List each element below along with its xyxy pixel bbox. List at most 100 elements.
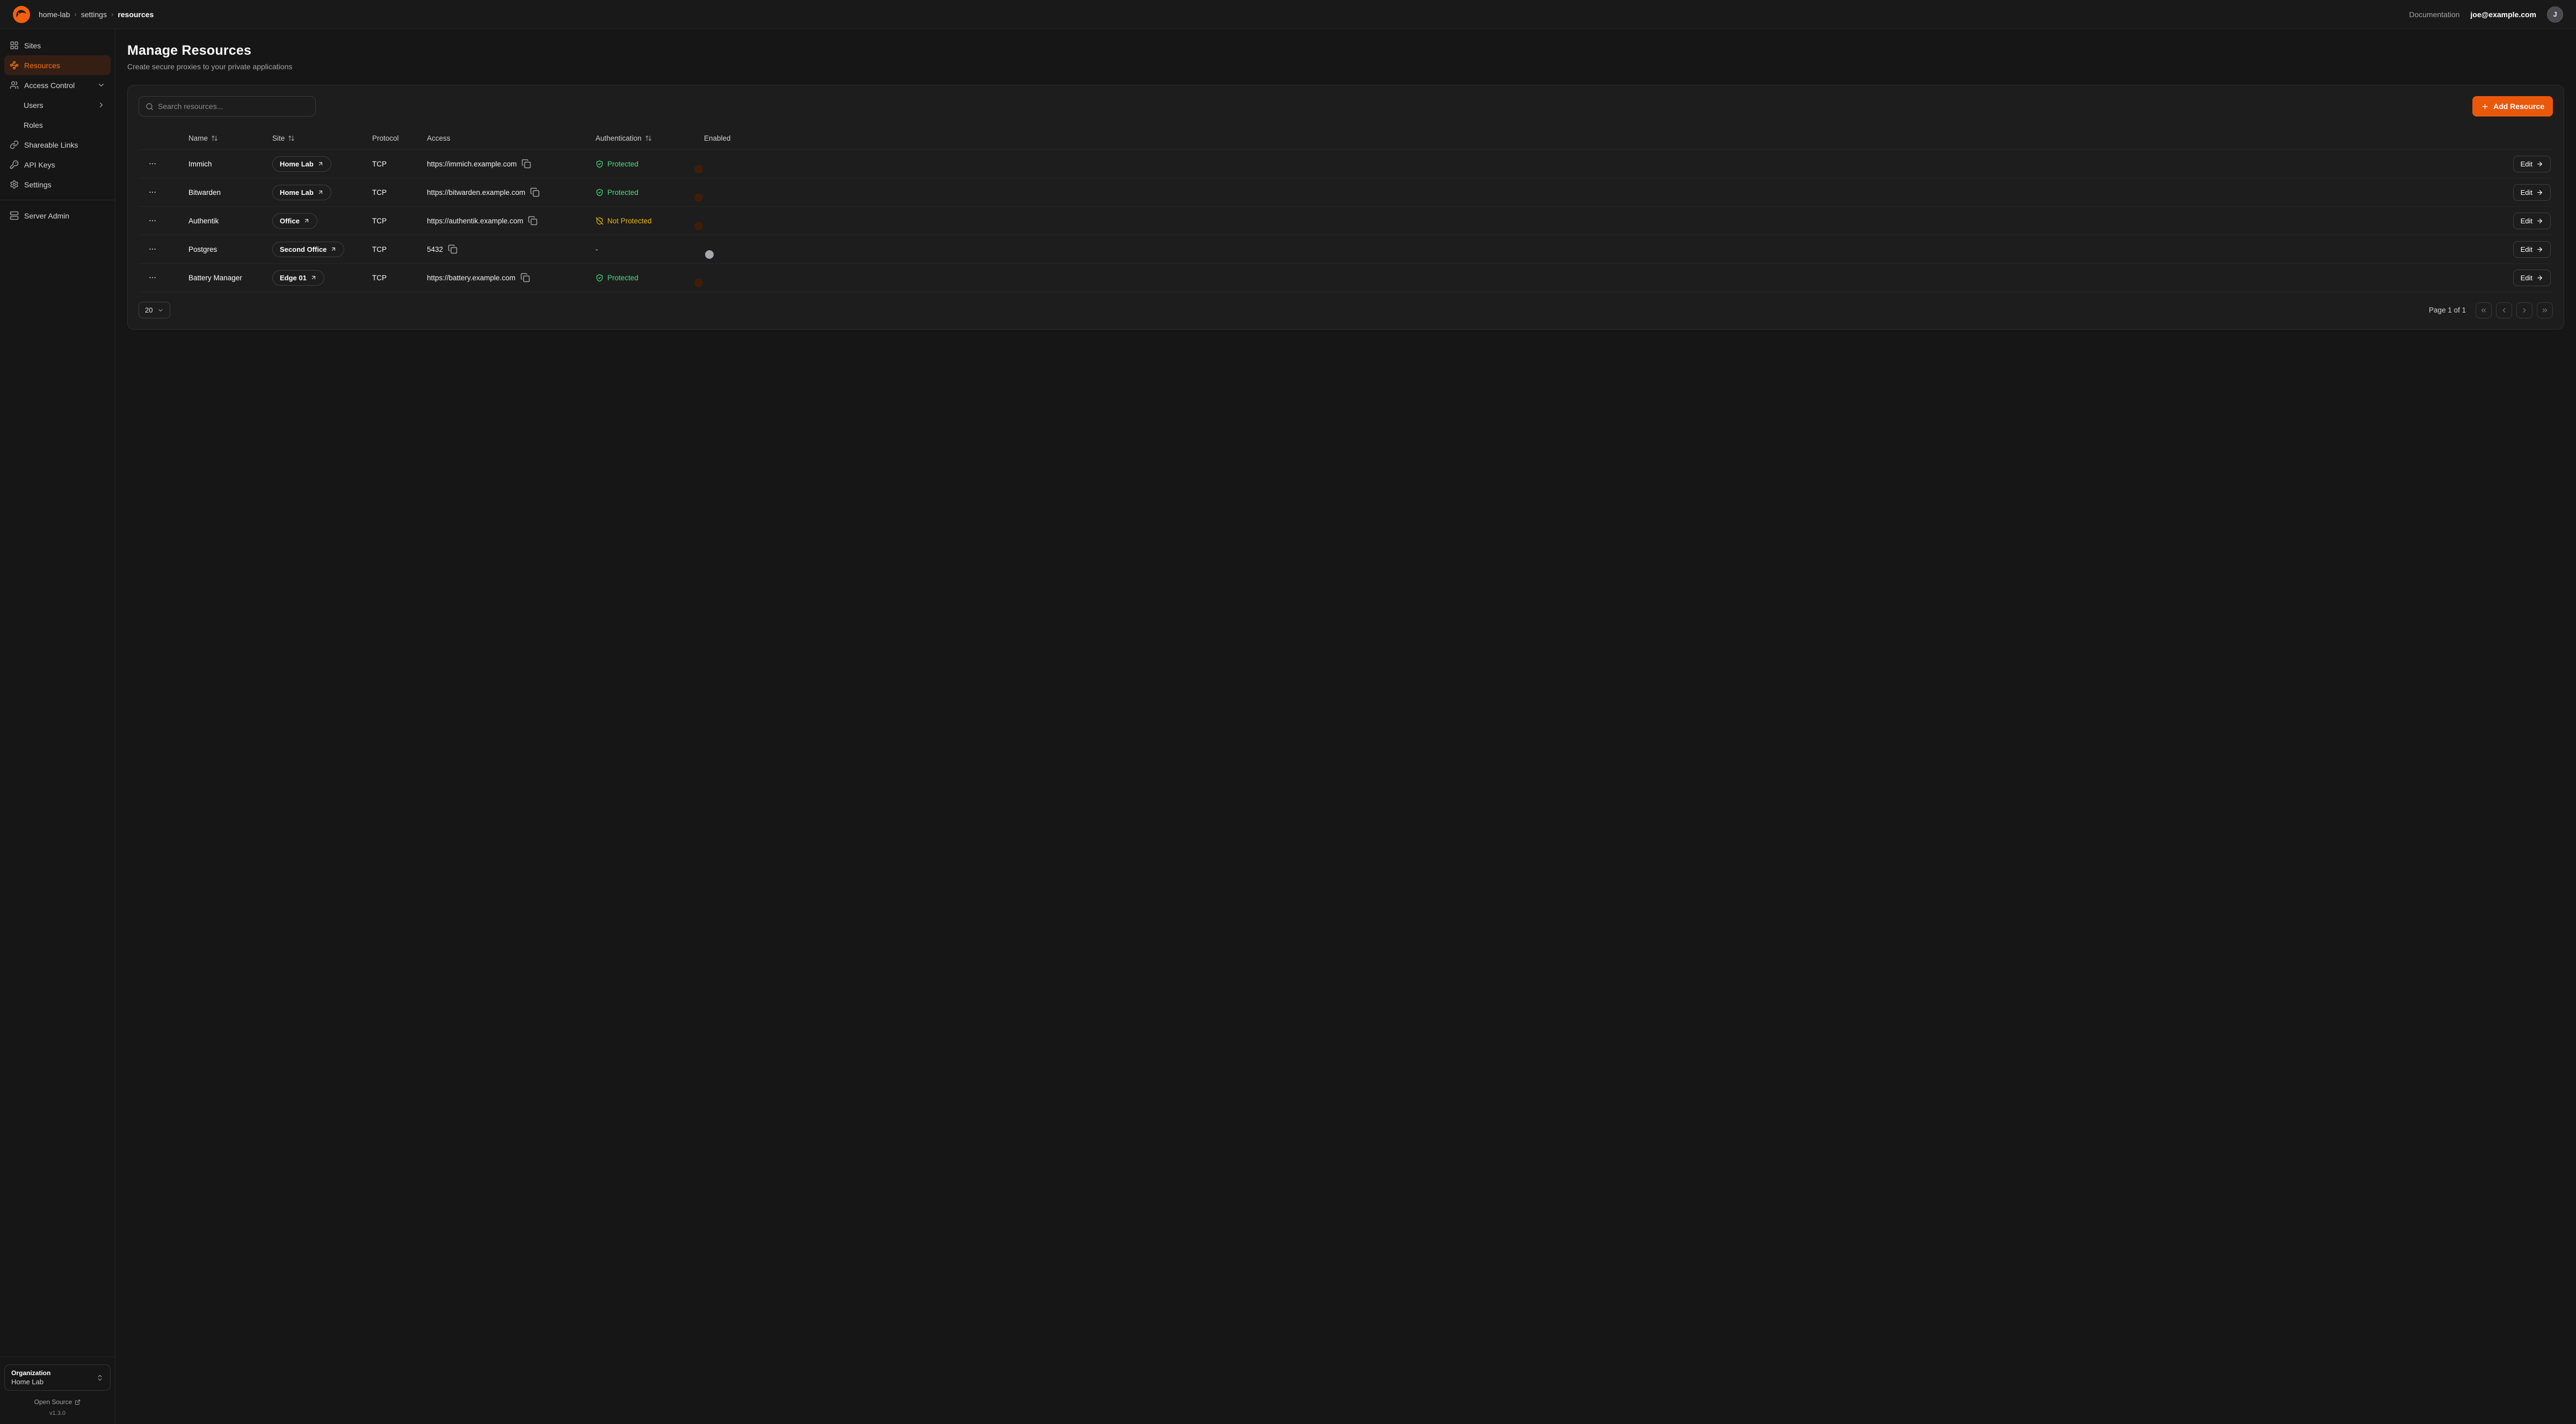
row-menu-button[interactable] — [146, 186, 159, 199]
sort-icon — [288, 135, 295, 142]
copy-icon[interactable] — [520, 273, 530, 282]
edit-button[interactable]: Edit — [2513, 241, 2551, 258]
table-header-row: Name Site Protocol — [139, 127, 2553, 150]
add-resource-button[interactable]: Add Resource — [2472, 96, 2553, 117]
topbar: home-lab › settings › resources Document… — [0, 0, 2576, 29]
org-selector[interactable]: Organization Home Lab — [4, 1364, 111, 1391]
user-email[interactable]: joe@example.com — [2470, 10, 2536, 19]
resource-protocol: TCP — [372, 160, 427, 168]
chevrons-right-icon — [2541, 307, 2549, 314]
sort-icon — [645, 135, 652, 142]
breadcrumb-settings[interactable]: settings — [81, 10, 107, 19]
version-label: v1.3.0 — [4, 1410, 111, 1416]
site-link[interactable]: Second Office — [272, 242, 344, 257]
site-link[interactable]: Office — [272, 213, 317, 229]
breadcrumb-home-lab[interactable]: home-lab — [39, 10, 70, 19]
ellipsis-icon — [148, 216, 157, 225]
plus-icon — [2481, 103, 2489, 111]
sidebar-item-shareable-links[interactable]: Shareable Links — [4, 135, 111, 155]
table-footer: 20 Page 1 of 1 — [139, 302, 2553, 318]
open-source-link[interactable]: Open Source — [4, 1398, 111, 1406]
breadcrumb-resources[interactable]: resources — [118, 10, 154, 19]
breadcrumb-separator: › — [74, 10, 76, 18]
chevrons-left-icon — [2480, 307, 2487, 314]
copy-icon[interactable] — [521, 159, 531, 169]
auth-status: Protected — [596, 274, 704, 282]
topbar-right: Documentation joe@example.com J — [2409, 6, 2563, 23]
edit-button[interactable]: Edit — [2513, 270, 2551, 286]
site-link[interactable]: Home Lab — [272, 156, 331, 172]
breadcrumb-separator: › — [111, 10, 113, 18]
main-content: Manage Resources Create secure proxies t… — [115, 29, 2576, 1424]
chevron-down-icon — [157, 307, 164, 314]
avatar[interactable]: J — [2547, 6, 2563, 23]
ellipsis-icon — [148, 245, 157, 253]
resources-table: Name Site Protocol — [139, 127, 2553, 292]
link-icon — [10, 140, 19, 149]
copy-icon[interactable] — [528, 216, 538, 226]
edit-button[interactable]: Edit — [2513, 184, 2551, 201]
external-link-icon — [75, 1399, 81, 1405]
edit-button[interactable]: Edit — [2513, 156, 2551, 172]
documentation-link[interactable]: Documentation — [2409, 10, 2459, 19]
pagination: Page 1 of 1 — [2429, 302, 2553, 318]
resource-name: Authentik — [188, 217, 272, 225]
next-page-button[interactable] — [2516, 302, 2533, 318]
sidebar-item-resources[interactable]: Resources — [4, 55, 111, 75]
sidebar-item-access-control[interactable]: Access Control — [4, 75, 111, 95]
header-enabled: Enabled — [704, 134, 779, 142]
resource-access-url: https://battery.example.com — [427, 274, 516, 282]
site-link[interactable]: Home Lab — [272, 185, 331, 200]
open-source-label: Open Source — [34, 1398, 72, 1406]
app-logo-icon[interactable] — [13, 6, 30, 23]
first-page-button[interactable] — [2476, 302, 2492, 318]
row-menu-button[interactable] — [146, 157, 159, 170]
header-site[interactable]: Site — [272, 134, 372, 142]
sidebar-item-roles[interactable]: Roles — [4, 115, 111, 135]
chevron-right-icon — [97, 101, 105, 109]
key-icon — [10, 160, 19, 169]
row-menu-button[interactable] — [146, 271, 159, 284]
arrow-right-icon — [2536, 217, 2543, 224]
header-authentication[interactable]: Authentication — [596, 134, 704, 142]
chevron-down-icon — [97, 81, 105, 89]
resource-access-url: https://immich.example.com — [427, 160, 517, 168]
row-menu-button[interactable] — [146, 214, 159, 227]
sidebar-item-settings[interactable]: Settings — [4, 175, 111, 194]
org-selector-value: Home Lab — [11, 1378, 96, 1386]
copy-icon[interactable] — [530, 187, 540, 197]
arrow-right-icon — [2536, 274, 2543, 281]
header-name[interactable]: Name — [188, 134, 272, 142]
sort-icon — [211, 135, 218, 142]
copy-icon[interactable] — [448, 244, 458, 254]
table-row: Authentik Office TCP https://authentik.e… — [139, 207, 2553, 235]
row-menu-button[interactable] — [146, 243, 159, 256]
page-size-select[interactable]: 20 — [139, 302, 170, 318]
sidebar-item-label: Access Control — [24, 81, 75, 90]
pager-buttons — [2476, 302, 2553, 318]
arrow-up-right-icon — [317, 161, 324, 167]
last-page-button[interactable] — [2537, 302, 2553, 318]
shield-check-icon — [596, 274, 604, 282]
arrow-right-icon — [2536, 161, 2543, 168]
users-icon — [10, 81, 19, 90]
resource-access-url: https://authentik.example.com — [427, 217, 523, 225]
auth-status: Protected — [596, 188, 704, 197]
prev-page-button[interactable] — [2496, 302, 2512, 318]
sidebar-divider — [0, 1356, 115, 1357]
edit-button[interactable]: Edit — [2513, 213, 2551, 229]
arrow-up-right-icon — [330, 246, 337, 252]
sidebar-item-api-keys[interactable]: API Keys — [4, 155, 111, 175]
site-link[interactable]: Edge 01 — [272, 270, 324, 286]
search-input[interactable] — [158, 102, 309, 111]
chevron-right-icon — [2521, 307, 2528, 314]
sidebar-item-label: API Keys — [24, 161, 55, 169]
sidebar-item-users[interactable]: Users — [4, 95, 111, 115]
arrow-up-right-icon — [303, 217, 310, 224]
shield-check-icon — [596, 188, 604, 197]
sidebar-item-server-admin[interactable]: Server Admin — [4, 206, 111, 226]
header-protocol: Protocol — [372, 134, 427, 142]
chevrons-up-down-icon — [96, 1374, 104, 1382]
sidebar-item-sites[interactable]: Sites — [4, 35, 111, 55]
arrow-right-icon — [2536, 189, 2543, 196]
